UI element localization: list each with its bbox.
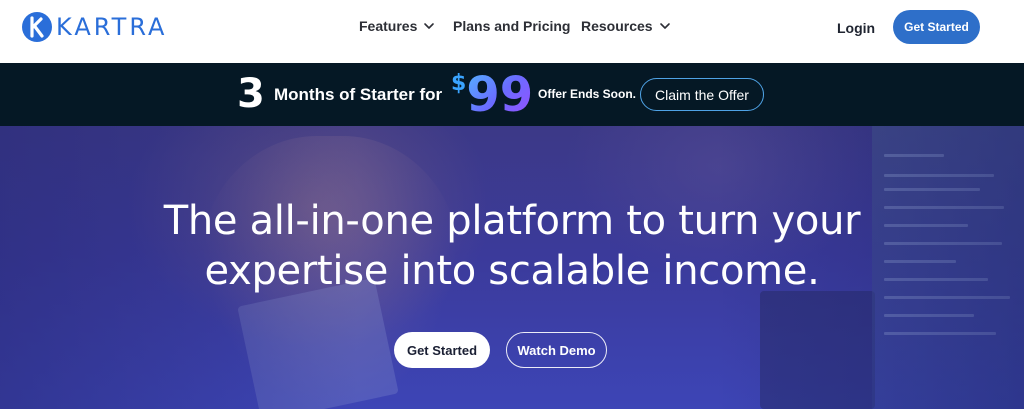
site-header: KARTRA Features Plans and Pricing Resour… xyxy=(0,0,1024,63)
nav-item-label: Features xyxy=(359,18,418,34)
nav-item-features[interactable]: Features xyxy=(359,18,435,34)
promo-banner: 3 Months of Starter for $ 99 Offer Ends … xyxy=(0,63,1024,126)
promo-ends-text: Offer Ends Soon. xyxy=(538,87,637,101)
nav-item-plans-and-pricing[interactable]: Plans and Pricing xyxy=(453,18,570,34)
chevron-down-icon xyxy=(659,23,670,29)
promo-currency: $ xyxy=(451,71,467,96)
brand-name: KARTRA xyxy=(56,13,168,41)
kartra-k-icon xyxy=(22,12,52,42)
login-link[interactable]: Login xyxy=(837,20,875,36)
hero-get-started-button[interactable]: Get Started xyxy=(394,332,490,368)
hero-headline-line-2: expertise into scalable income. xyxy=(204,248,820,294)
promo-months-number: 3 xyxy=(237,71,265,117)
promo-price-value: 99 xyxy=(466,67,534,123)
promo-price: $ 99 xyxy=(451,69,533,121)
promo-offer-text: Months of Starter for xyxy=(274,85,443,104)
kartra-logo[interactable]: KARTRA xyxy=(21,11,167,43)
watch-demo-button[interactable]: Watch Demo xyxy=(506,332,607,368)
nav-item-resources[interactable]: Resources xyxy=(581,18,671,34)
chevron-down-icon xyxy=(424,23,435,29)
get-started-button[interactable]: Get Started xyxy=(893,10,980,44)
nav-item-label: Resources xyxy=(581,18,653,34)
hero-headline: The all-in-one platform to turn your exp… xyxy=(0,196,1024,296)
nav-item-label: Plans and Pricing xyxy=(453,18,571,34)
claim-offer-button[interactable]: Claim the Offer xyxy=(640,78,764,111)
hero-headline-line-1: The all-in-one platform to turn your xyxy=(163,198,861,244)
hero-section: The all-in-one platform to turn your exp… xyxy=(0,126,1024,409)
